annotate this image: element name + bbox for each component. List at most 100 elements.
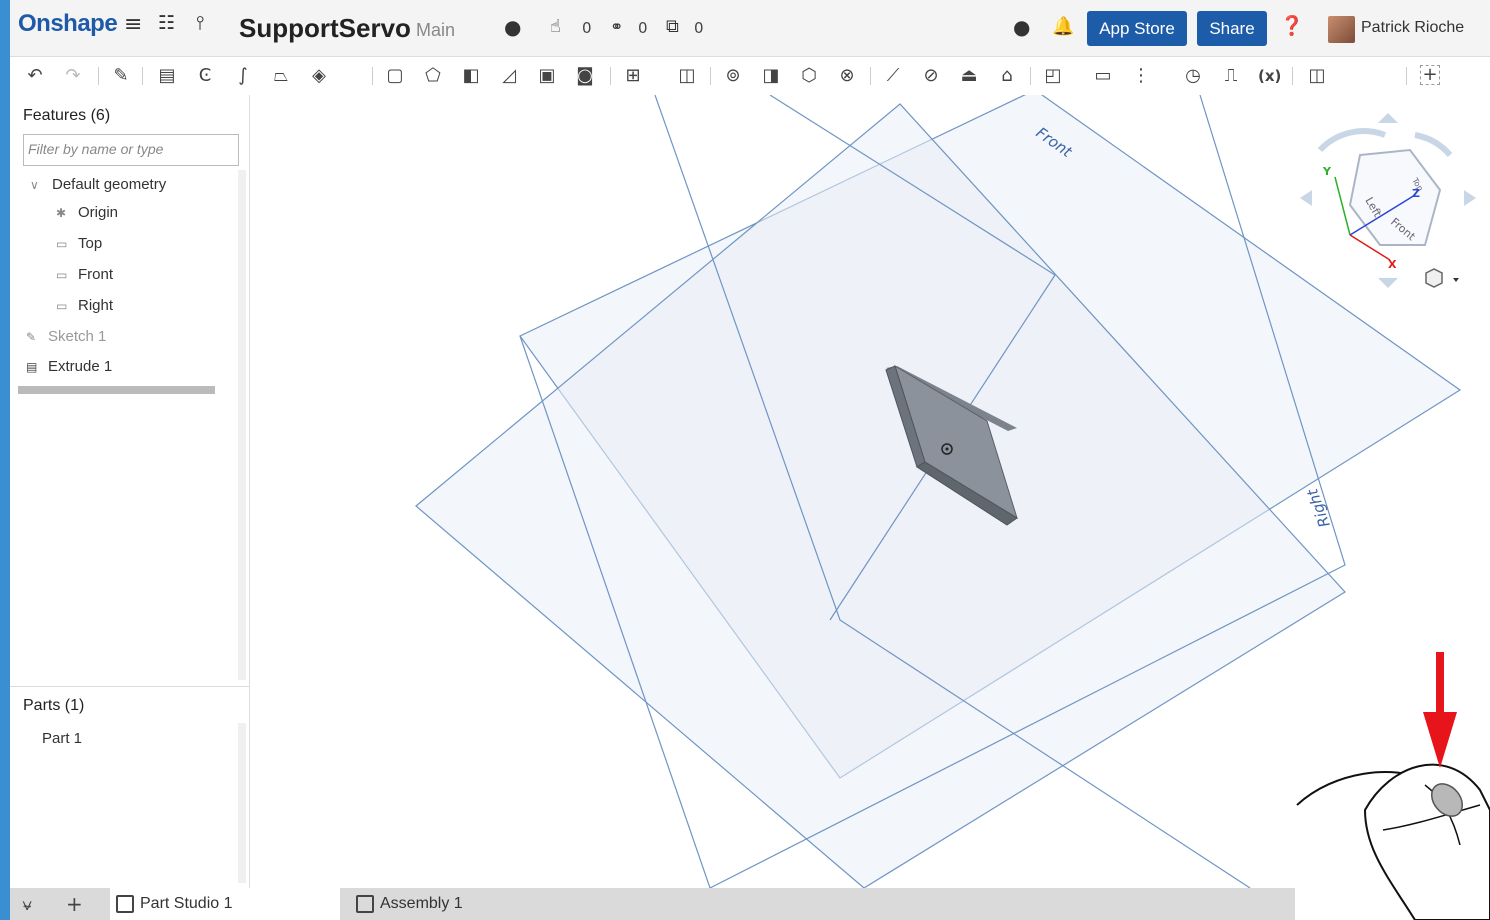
right-plane-label: Right [1303,485,1334,529]
toolbar-separator [372,67,373,85]
axis-x-label: X [1388,258,1397,271]
rollback-bar[interactable] [18,386,215,394]
tree-item-origin[interactable]: ✱ Origin [56,204,118,221]
measure-icon[interactable]: ⎍ [1220,65,1242,87]
assembly-icon [356,895,374,913]
tree-item-front[interactable]: ▭ Front [56,266,113,283]
replace-face-icon[interactable]: ⌂ [996,65,1018,87]
sweep-icon[interactable]: ∫ [232,65,254,87]
origin-icon: ✱ [56,206,67,220]
tree-item-sketch[interactable]: ✎ Sketch 1 [26,328,106,345]
toolbar-separator [142,67,143,85]
curve-icon[interactable]: ⋮ [1130,65,1152,87]
mouse-illustration [1295,650,1490,920]
plane-icon[interactable]: ◰ [1042,65,1064,87]
shell-icon[interactable]: ▣ [536,65,558,87]
modify-fillet-icon[interactable]: ⟋ [882,65,904,87]
transform-icon[interactable]: ⬡ [798,65,820,87]
view-cube-menu-icon[interactable] [1425,268,1459,288]
variable-icon[interactable]: (x) [1258,65,1281,87]
tree-item-label: Top [78,235,103,252]
plane-icon: ▭ [56,237,68,251]
tab-part-studio-1[interactable]: Part Studio 1 [110,888,340,920]
feature-toolbar: ↶ ↷ ✎ ▤ Ͼ ∫ ⏢ ◈ ▢ ⬠ ◧ ◿ ▣ ◙ ⊞ ◫ ⊚ ◨ ⬡ ⊗ … [10,57,1490,95]
revolve-icon[interactable]: Ͼ [194,65,216,87]
plane-icon: ▭ [56,268,68,282]
draft-icon[interactable]: ◧ [460,65,482,87]
parts-title: Parts (1) [23,697,85,714]
add-custom-icon[interactable]: + [1420,65,1440,85]
branch-label[interactable]: Main [416,20,455,41]
help-icon[interactable]: ❓ [1280,17,1304,36]
split-icon[interactable]: ◨ [760,65,782,87]
scrollbar[interactable] [238,723,246,883]
tab-assembly-1[interactable]: Assembly 1 [350,888,580,920]
mirror-icon[interactable]: ◫ [676,65,698,87]
view-cube[interactable]: Left Front Top Y Z X [1300,113,1476,288]
tree-item-label: Front [78,266,114,283]
app-store-button[interactable]: App Store [1087,11,1187,46]
pattern-icon[interactable]: ⊞ [622,65,644,87]
sketch-icon: ✎ [26,330,37,344]
extrude-icon: ▤ [26,360,38,374]
toolbar-separator [610,67,611,85]
chamfer-icon[interactable]: ⬠ [422,65,444,87]
tree-item-right[interactable]: ▭ Right [56,297,113,314]
share-button[interactable]: Share [1197,11,1267,46]
bell-icon[interactable]: 🔔 [1052,18,1074,36]
custom-feature-icon[interactable]: ◫ [1306,65,1328,87]
globe-icon[interactable]: ● [504,17,521,37]
move-face-icon[interactable]: ⏏ [958,65,980,87]
thicken-icon[interactable]: ◈ [308,65,330,87]
helix-icon[interactable]: ◷ [1182,65,1204,87]
sketch-icon[interactable]: ✎ [110,65,132,87]
hamburger-icon[interactable]: ≡ [124,14,142,36]
extrude-icon[interactable]: ▤ [156,65,178,87]
document-title[interactable]: SupportServo [239,13,411,44]
scrollbar[interactable] [238,170,246,680]
chevron-down-icon[interactable]: ∨ [30,178,46,192]
feature-panel: Features (6) Filter by name or type ∨ Def… [10,95,250,888]
feature-list-icon[interactable]: ☷ [158,14,175,33]
rib-icon[interactable]: ◿ [498,65,520,87]
tab-label: Part Studio 1 [140,895,233,912]
hole-icon[interactable]: ◙ [574,65,596,87]
tab-manager-icon[interactable]: ⍱ [22,895,32,915]
onshape-logo[interactable]: Onshape [18,10,118,38]
toolbar-separator [710,67,711,85]
delete-part-icon[interactable]: ⊗ [836,65,858,87]
boolean-icon[interactable]: ⊚ [722,65,744,87]
toolbar-separator [98,67,99,85]
copy-icon[interactable]: ⧉ [666,18,679,36]
delete-face-icon[interactable]: ⊘ [920,65,942,87]
tree-item-extrude[interactable]: ▤ Extrude 1 [26,358,112,375]
like-icon[interactable]: ☝ [550,18,561,36]
link-count: 0 [638,19,648,37]
tab-label: Assembly 1 [380,895,463,912]
mate-connector-icon[interactable]: ▭ [1092,65,1114,87]
mouse-icon [1296,763,1490,920]
tree-item-label: Sketch 1 [48,328,107,345]
tree-item-label: Right [78,297,114,314]
redo-icon[interactable]: ↷ [62,65,84,87]
fillet-icon[interactable]: ▢ [384,65,406,87]
user-menu[interactable]: Patrick Rioche [1361,19,1464,37]
part-item[interactable]: Part 1 [42,730,82,747]
onshape-window: Onshape ≡ ☷ ⫯ SupportServo Main ● ☝ 0 ⚭ … [10,0,1490,920]
plane-icon: ▭ [56,299,68,313]
branch-icon[interactable]: ⫯ [196,14,204,33]
tab-bar: ⍱ + Part Studio 1 Assembly 1 [10,888,1295,920]
tree-item-top[interactable]: ▭ Top [56,235,102,252]
loft-icon[interactable]: ⏢ [270,65,292,87]
add-tab-icon[interactable]: + [66,892,83,916]
chat-icon[interactable]: ● [1013,17,1030,37]
toolbar-separator [1030,67,1031,85]
panel-divider[interactable] [10,686,250,687]
undo-icon[interactable]: ↶ [24,65,46,87]
toolbar-separator [870,67,871,85]
avatar[interactable] [1328,16,1355,43]
link-icon[interactable]: ⚭ [610,19,623,35]
default-geometry-node[interactable]: ∨ Default geometry [30,176,166,193]
copy-count: 0 [694,19,704,37]
filter-input[interactable]: Filter by name or type [23,134,239,166]
